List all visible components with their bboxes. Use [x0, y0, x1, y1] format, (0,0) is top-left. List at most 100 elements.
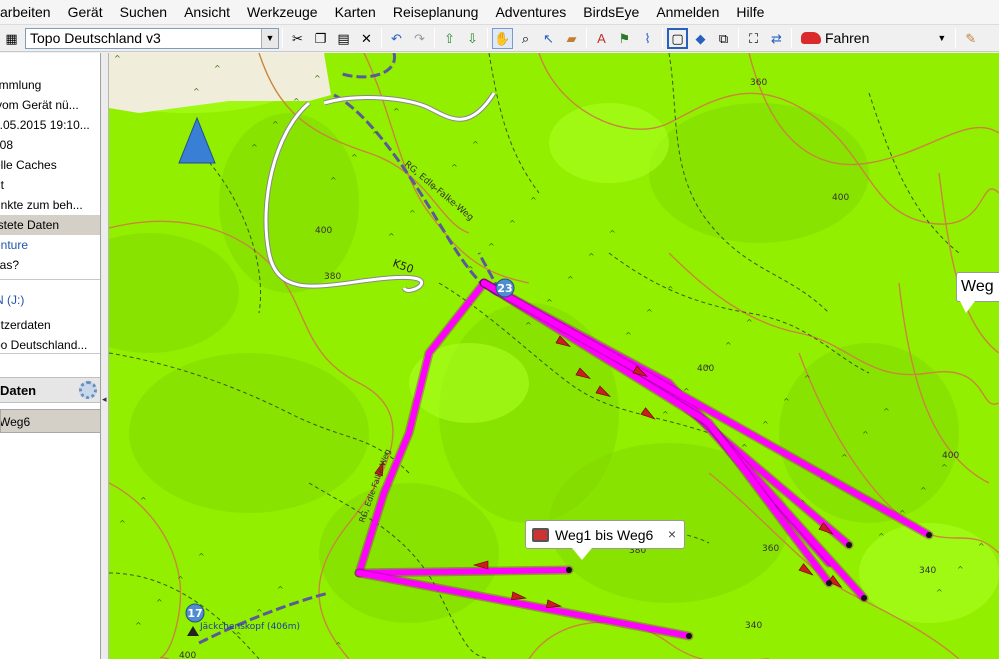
- 3d-view-icon[interactable]: ◆: [690, 28, 711, 49]
- forest-symbol: ^: [472, 140, 479, 149]
- route-line[interactable]: [356, 567, 572, 576]
- forest-symbol: ^: [609, 229, 616, 238]
- track-tool-icon[interactable]: ⌇: [637, 28, 658, 49]
- forest-symbol: ^: [388, 232, 395, 241]
- contour-label: 340: [745, 621, 762, 631]
- forest-symbol: ^: [272, 120, 279, 129]
- route-endpoint[interactable]: [686, 633, 692, 639]
- map-product-select[interactable]: Topo Deutschland v3 ▼: [25, 27, 279, 49]
- toolbar-separator: [791, 28, 792, 48]
- routing-mode-select[interactable]: Fahren ▼: [795, 28, 952, 49]
- forest-symbol: ^: [567, 275, 574, 284]
- toolbar-separator: [381, 28, 382, 48]
- route-endpoint[interactable]: [846, 542, 852, 548]
- forest-symbol: ^: [330, 176, 337, 185]
- forest-symbol: ^: [293, 97, 300, 106]
- menu-item[interactable]: arbeiten: [0, 0, 58, 25]
- waypoint-tool-icon[interactable]: ⚑: [614, 28, 635, 49]
- select-tool-icon[interactable]: ↖: [538, 28, 559, 49]
- menu-item[interactable]: Werkzeuge: [237, 0, 325, 25]
- forest-symbol: ^: [251, 143, 258, 152]
- hand-tool-icon[interactable]: ✋: [492, 27, 513, 49]
- route-endpoint[interactable]: [926, 532, 932, 538]
- menu-item[interactable]: Ansicht: [174, 0, 237, 25]
- layers-icon[interactable]: ▦: [1, 28, 22, 49]
- cut-icon[interactable]: ✂: [287, 28, 308, 49]
- forest-symbol: ^: [546, 298, 553, 307]
- zoom-tool-icon[interactable]: ⌕: [515, 28, 536, 49]
- receive-from-device-icon[interactable]: ⇩: [462, 28, 483, 49]
- forest-symbol: ^: [372, 130, 379, 139]
- map-view[interactable]: ^ ^ ^ ^ ^ ^ ^ ^ ^ ^ ^ ^ ^ ^ ^ ^ ^ ^ ^ ^ ^ ^ ^ ^ ^ ^ ^ ^ ^ ^ ^ ^ ^ ^ ^ ^ ^ ^ ^ ^…: [109, 53, 999, 659]
- library-item[interactable]: elle Caches: [0, 155, 100, 175]
- popup-pointer: [572, 548, 592, 560]
- toolbar-separator: [487, 28, 488, 48]
- forest-symbol: ^: [920, 486, 927, 495]
- forest-symbol: ^: [957, 565, 964, 574]
- close-icon[interactable]: ×: [668, 526, 676, 542]
- menu-item[interactable]: BirdsEye: [573, 0, 646, 25]
- library-item[interactable]: nt: [0, 175, 100, 195]
- sync-icon[interactable]: ⇄: [766, 28, 787, 49]
- panel-splitter[interactable]: ◂: [101, 53, 109, 659]
- library-item[interactable]: enture: [0, 235, 100, 255]
- forest-symbol: ^: [662, 410, 669, 419]
- menu-item[interactable]: Hilfe: [726, 0, 771, 25]
- contour-label: 400: [832, 193, 849, 203]
- library-item[interactable]: utzerdaten: [0, 315, 100, 335]
- library-item[interactable]: vom Gerät nü...: [0, 95, 100, 115]
- chevron-left-icon[interactable]: ◂: [102, 393, 108, 405]
- undo-icon[interactable]: ↶: [386, 28, 407, 49]
- contour-label: 380: [324, 272, 341, 282]
- send-to-device-icon[interactable]: ⇧: [439, 28, 460, 49]
- forest-symbol: ^: [156, 598, 163, 607]
- copy-icon[interactable]: ❐: [310, 28, 331, 49]
- more-icon[interactable]: ✎: [960, 28, 981, 49]
- chevron-down-icon[interactable]: ▼: [937, 33, 946, 43]
- contour-label: 360: [750, 78, 767, 88]
- fullscreen-icon[interactable]: ⛶: [743, 28, 764, 49]
- forest-symbol: ^: [783, 397, 790, 406]
- forest-symbol: ^: [114, 54, 121, 63]
- library-item[interactable]: N (J:): [0, 290, 100, 310]
- route-endpoint[interactable]: [861, 595, 867, 601]
- menu-item[interactable]: Anmelden: [646, 0, 726, 25]
- route-tool-icon[interactable]: A: [591, 28, 612, 49]
- menu-item[interactable]: Suchen: [110, 0, 174, 25]
- route-endpoint[interactable]: [826, 580, 832, 586]
- delete-icon[interactable]: ✕: [356, 28, 377, 49]
- menu-item[interactable]: Karten: [325, 0, 383, 25]
- forest-symbol: ^: [198, 552, 205, 561]
- toolbar-separator: [282, 28, 283, 48]
- layers-toggle-icon[interactable]: ⧉: [713, 28, 734, 49]
- forest-symbol: ^: [588, 252, 595, 261]
- data-panel-title: Daten: [0, 383, 37, 398]
- gear-icon[interactable]: [79, 381, 97, 399]
- redo-icon[interactable]: ↷: [409, 28, 430, 49]
- waypoint-label[interactable]: Weg: [956, 272, 999, 302]
- route-popup[interactable]: Weg1 bis Weg6 ×: [525, 520, 685, 549]
- map-canvas[interactable]: ^ ^ ^ ^ ^ ^ ^ ^ ^ ^ ^ ^ ^ ^ ^ ^ ^ ^ ^ ^ ^ ^ ^ ^ ^ ^ ^ ^ ^ ^ ^ ^ ^ ^ ^ ^ ^ ^ ^ ^…: [109, 53, 999, 659]
- forest-symbol: ^: [193, 87, 200, 96]
- chevron-down-icon[interactable]: ▼: [261, 28, 278, 48]
- library-item[interactable]: ammlung: [0, 75, 100, 95]
- menu-item[interactable]: Adventures: [485, 0, 573, 25]
- library-item[interactable]: 0.05.2015 19:10...: [0, 115, 100, 135]
- library-item[interactable]: po Deutschland...: [0, 335, 100, 355]
- measure-tool-icon[interactable]: ▰: [561, 28, 582, 49]
- library-item[interactable]: istete Daten: [0, 215, 100, 235]
- menu-item[interactable]: Gerät: [58, 0, 110, 25]
- menu-item[interactable]: Reiseplanung: [383, 0, 486, 25]
- forest-symbol: ^: [409, 209, 416, 218]
- forest-symbol: ^: [277, 585, 284, 594]
- relief-shade: [219, 113, 359, 293]
- library-item[interactable]: 008: [0, 135, 100, 155]
- library-item[interactable]: unkte zum beh...: [0, 195, 100, 215]
- map-view-icon[interactable]: ▢: [667, 27, 688, 49]
- route-endpoint[interactable]: [566, 567, 572, 573]
- data-item[interactable]: Weg6: [0, 409, 100, 433]
- paste-icon[interactable]: ▤: [333, 28, 354, 49]
- divider: [0, 353, 100, 354]
- library-item[interactable]: das?: [0, 255, 100, 275]
- toolbar-separator: [434, 28, 435, 48]
